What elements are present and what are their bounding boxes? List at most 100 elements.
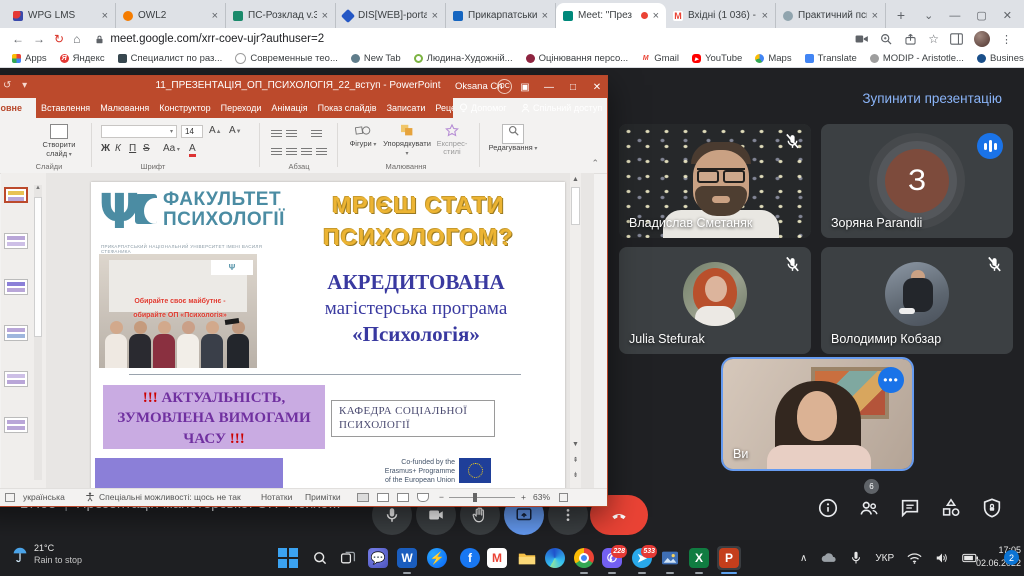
tab-prykarpatskyi[interactable]: Прикарпатський × <box>446 3 556 28</box>
thumbnail-scrollbar[interactable]: ▲ <box>34 185 42 480</box>
window-minimize-icon[interactable]: — <box>949 10 960 22</box>
align-icons[interactable] <box>269 144 329 162</box>
bullets-icon[interactable] <box>269 126 299 144</box>
bookmark-newtab[interactable]: New Tab <box>351 53 401 64</box>
slide-thumbnail-4[interactable] <box>4 325 28 341</box>
teams-chat-button[interactable]: 💬 <box>366 546 390 570</box>
tab-close-icon[interactable]: × <box>322 10 328 22</box>
next-slide-icon[interactable]: ⇟ <box>570 471 581 479</box>
arrange-button[interactable]: Упорядкувати ▾ <box>383 124 431 157</box>
slide-canvas[interactable]: Ψ ФАКУЛЬТЕТ ПСИХОЛОГІЇ ПРИКАРПАТСЬКИЙ НА… <box>91 182 565 491</box>
slide-thumbnail-6[interactable] <box>4 417 28 433</box>
tab-close-icon[interactable]: × <box>212 10 218 22</box>
onedrive-icon[interactable] <box>820 552 837 564</box>
meeting-details-icon[interactable] <box>817 497 839 519</box>
zoom-level[interactable]: 63% <box>533 492 550 502</box>
keyboard-language[interactable]: УКР <box>875 553 894 564</box>
ribbon-tab-design[interactable]: Конструктор <box>154 98 215 118</box>
notes-button[interactable]: Нотатки <box>261 492 292 502</box>
bookmark-modip[interactable]: MODIP - Aristotle... <box>870 53 964 64</box>
tab-owl2[interactable]: OWL2 × <box>116 3 226 28</box>
mail-button[interactable]: M <box>485 546 509 570</box>
viber-button[interactable]: ✆228 <box>600 546 624 570</box>
bookmark-apps[interactable]: Apps <box>12 53 47 64</box>
new-slide-button[interactable]: Створити слайд ▾ <box>33 124 85 159</box>
share-icon[interactable] <box>904 33 917 46</box>
grow-font-icon[interactable]: А▲ <box>209 125 222 136</box>
slide-thumbnail-3[interactable] <box>4 279 28 295</box>
bookmark-translate[interactable]: Translate <box>805 53 857 64</box>
underline-button[interactable]: П <box>129 143 136 154</box>
ribbon-tab-animations[interactable]: Анімація <box>266 98 312 118</box>
scroll-up-icon[interactable]: ▲ <box>34 185 42 191</box>
bookmark-sovremennye[interactable]: Современные тео... <box>235 53 338 64</box>
ribbon-tab-record[interactable]: Записати <box>382 98 431 118</box>
tab-dis-web[interactable]: DIS[WEB]-portal × <box>336 3 446 28</box>
ribbon-tab-slideshow[interactable]: Показ слайдів <box>313 98 382 118</box>
slide-thumbnail-5[interactable] <box>4 371 28 387</box>
self-view-tile[interactable]: ••• Ви <box>721 357 914 471</box>
reload-icon[interactable]: ↻ <box>54 32 64 46</box>
forward-icon[interactable]: → <box>33 32 45 46</box>
tab-close-icon[interactable]: × <box>102 10 108 22</box>
bookmark-yandex[interactable]: ЯЯндекс <box>60 53 105 64</box>
zoom-out-icon[interactable]: − <box>439 492 444 502</box>
ribbon-tab-home[interactable]: Головне <box>0 98 36 118</box>
shapes-button[interactable]: Фігури ▾ <box>345 124 381 149</box>
tab-meet-active[interactable]: Meet: "През × <box>556 3 666 28</box>
fit-to-window-icon[interactable] <box>559 493 568 502</box>
ribbon-tab-draw[interactable]: Малювання <box>95 98 154 118</box>
tray-expand-icon[interactable]: ∧ <box>800 553 807 564</box>
italic-button[interactable]: К <box>115 143 121 154</box>
account-avatar[interactable]: OC <box>497 79 512 94</box>
tab-close-icon[interactable]: × <box>432 10 438 22</box>
bookmark-business-psych[interactable]: Business Psycholog... <box>977 53 1024 64</box>
bookmark-gmail[interactable]: MGmail <box>641 53 679 64</box>
account-name[interactable]: Oksana Ch <box>455 81 503 92</box>
slide-thumbnail-1[interactable] <box>4 187 28 203</box>
tab-ps-rozklad[interactable]: ПС-Розклад v.3.8 × <box>226 3 336 28</box>
quick-styles-button[interactable]: Експрес- стилі <box>433 124 471 157</box>
font-name-combobox[interactable]: ▾ <box>101 125 177 138</box>
indent-icons[interactable] <box>309 126 324 144</box>
slide-scrollbar[interactable]: ▲ ▼ ⇞ ⇟ <box>570 173 581 491</box>
word-button[interactable]: W <box>395 546 419 570</box>
search-button[interactable] <box>308 546 332 570</box>
tab-gmail-inbox[interactable]: M Вхідні (1 036) - o × <box>666 3 776 28</box>
previous-slide-icon[interactable]: ⇞ <box>570 456 581 464</box>
start-button[interactable] <box>276 546 300 570</box>
bookmark-maps[interactable]: Maps <box>755 53 791 64</box>
side-panel-icon[interactable] <box>950 33 963 45</box>
tile-options-icon[interactable]: ••• <box>878 367 904 393</box>
slide-sorter-view-icon[interactable] <box>377 493 389 502</box>
photos-button[interactable] <box>658 546 682 570</box>
tab-wpg-lms[interactable]: WPG LMS × <box>6 3 116 28</box>
chat-icon[interactable] <box>899 497 921 519</box>
participants-icon[interactable] <box>858 497 880 519</box>
participant-tile-zoriana[interactable]: З Зоряна Parandii <box>821 124 1013 238</box>
bookmark-youtube[interactable]: ▸YouTube <box>692 53 742 64</box>
shrink-font-icon[interactable]: А▼ <box>229 125 242 136</box>
browser-menu-icon[interactable]: ⋮ <box>1001 33 1012 46</box>
wifi-icon[interactable] <box>907 553 922 564</box>
change-case-button[interactable]: Aa ▾ <box>163 143 180 154</box>
facebook-button[interactable]: f <box>458 546 482 570</box>
file-explorer-button[interactable] <box>515 546 539 570</box>
slideshow-view-icon[interactable] <box>417 493 429 502</box>
messenger-button[interactable]: ⚡ <box>425 546 449 570</box>
tab-close-icon[interactable]: × <box>872 10 878 22</box>
comments-button[interactable]: Примітки <box>305 492 341 502</box>
notification-count-badge[interactable]: 2 <box>1004 550 1019 565</box>
participant-tile-vladyslav[interactable]: Владислав Сметаняк <box>619 124 811 238</box>
back-icon[interactable]: ← <box>12 32 24 46</box>
editing-button[interactable]: Редагування ▾ <box>485 124 541 153</box>
host-controls-icon[interactable] <box>981 497 1003 519</box>
bookmark-specialist[interactable]: Специалист по раз... <box>118 53 223 64</box>
bookmark-otsinyuvannya[interactable]: Оцінювання персо... <box>526 53 629 64</box>
participant-tile-julia[interactable]: Julia Stefurak <box>619 247 811 354</box>
share-button[interactable]: Спільний доступ <box>521 98 602 118</box>
tab-praktychnyi[interactable]: Практичний пси × <box>776 3 886 28</box>
camera-in-use-icon[interactable] <box>855 33 869 45</box>
task-view-button[interactable] <box>336 546 360 570</box>
activities-icon[interactable] <box>940 497 962 519</box>
